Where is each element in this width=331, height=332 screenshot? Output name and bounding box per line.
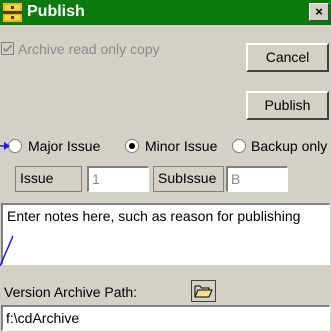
cancel-button[interactable]: Cancel [246,43,329,72]
radio-major-issue[interactable] [8,139,22,153]
issue-field[interactable]: 1 [87,166,149,192]
subissue-label: SubIssue [153,166,224,192]
radio-selected-dot [129,143,135,149]
archive-readonly-checkbox[interactable] [1,42,14,55]
publish-dialog: Publish × Archive read only copy Cancel … [0,0,331,332]
radio-major-issue-label: Major Issue [28,138,101,154]
radio-minor-issue-label: Minor Issue [145,138,218,154]
version-archive-path-label: Version Archive Path: [4,284,138,300]
check-mark-icon [2,44,13,53]
browse-folder-button[interactable] [191,280,216,302]
window-title: Publish [27,3,85,20]
issue-label: Issue [15,166,82,192]
publish-app-icon [3,3,22,22]
subissue-field[interactable]: B [226,166,288,192]
notes-textarea[interactable]: Enter notes here, such as reason for pub… [1,203,330,265]
radio-backup-only-label: Backup only [251,138,328,154]
title-bar: Publish × [0,0,331,25]
folder-open-icon [194,285,213,298]
archive-path-field[interactable]: f:\cdArchive [1,305,330,331]
archive-readonly-label: Archive read only copy [18,41,160,57]
radio-backup-only[interactable] [232,139,246,153]
publish-button[interactable]: Publish [246,91,329,120]
radio-minor-issue[interactable] [125,139,139,153]
close-button[interactable]: × [309,3,329,21]
